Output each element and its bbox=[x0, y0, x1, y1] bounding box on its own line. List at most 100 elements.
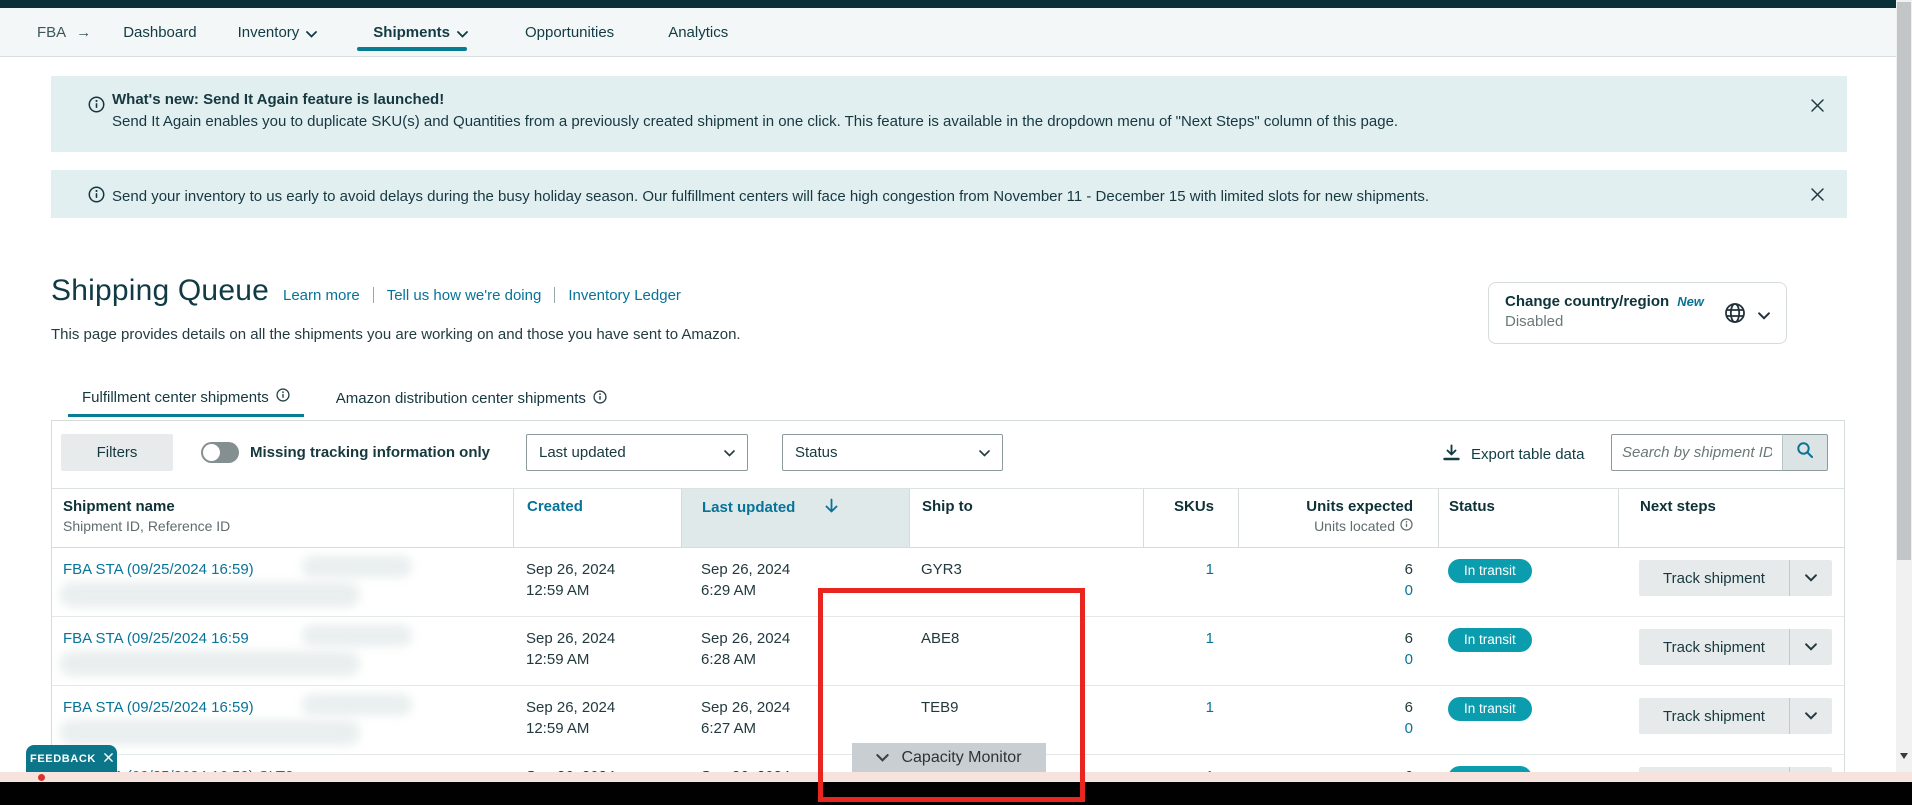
region-card-title: Change country/region bbox=[1505, 293, 1670, 310]
search-button[interactable] bbox=[1782, 434, 1828, 471]
units-expected-value: 6 bbox=[1404, 699, 1413, 716]
col-ship-to: Ship to bbox=[922, 498, 973, 515]
status-badge: In transit bbox=[1448, 697, 1532, 721]
status-filter-dropdown[interactable]: Status bbox=[782, 434, 1003, 471]
updated-date: Sep 26, 2024 bbox=[701, 561, 791, 578]
next-steps-dropdown-toggle[interactable] bbox=[1789, 629, 1832, 665]
updated-date: Sep 26, 2024 bbox=[701, 699, 791, 716]
shipment-name-link[interactable]: FBA STA (09/25/2024 16:59) bbox=[63, 561, 254, 578]
capacity-monitor-button[interactable]: Capacity Monitor bbox=[852, 743, 1046, 772]
ship-to-value: ABE8 bbox=[921, 630, 960, 647]
chevron-down-icon[interactable] bbox=[1758, 307, 1770, 325]
top-dark-bar bbox=[0, 0, 1896, 8]
units-expected-value: 6 bbox=[1404, 561, 1413, 578]
close-icon[interactable] bbox=[1810, 98, 1825, 118]
vertical-scrollbar[interactable] bbox=[1896, 0, 1912, 805]
created-date: Sep 26, 2024 bbox=[526, 561, 616, 578]
units-located-link[interactable]: 0 bbox=[1238, 720, 1413, 737]
toggle-knob bbox=[203, 444, 220, 461]
learn-more-link[interactable]: Learn more bbox=[283, 287, 360, 304]
scrollbar-down-arrow-icon[interactable] bbox=[1900, 753, 1908, 759]
redacted-shipment-id bbox=[60, 651, 360, 676]
download-icon bbox=[1443, 444, 1460, 465]
sort-descending-icon bbox=[825, 498, 838, 517]
track-shipment-button[interactable]: Track shipment bbox=[1639, 560, 1832, 596]
table-toolbar: Filters Missing tracking information onl… bbox=[52, 421, 1844, 489]
col-status: Status bbox=[1449, 498, 1495, 515]
banner-body: Send your inventory to us early to avoid… bbox=[112, 188, 1430, 205]
sort-dropdown[interactable]: Last updated bbox=[526, 434, 748, 471]
shipment-search bbox=[1611, 434, 1828, 471]
search-input[interactable] bbox=[1611, 434, 1782, 471]
redacted-shipment-id bbox=[302, 625, 412, 646]
holiday-notice-banner: Send your inventory to us early to avoid… bbox=[51, 170, 1847, 218]
track-shipment-button[interactable]: Track shipment bbox=[1639, 698, 1832, 734]
export-table-data-button[interactable]: Export table data bbox=[1443, 444, 1584, 465]
banner-title: What's new: Send It Again feature is lau… bbox=[112, 91, 445, 108]
close-icon[interactable] bbox=[1810, 187, 1825, 207]
chevron-down-icon bbox=[979, 444, 990, 461]
col-created-sortable[interactable]: Created bbox=[513, 489, 681, 547]
shipment-tabs: Fulfillment center shipments Amazon dist… bbox=[68, 388, 621, 417]
col-shipment-name: Shipment name bbox=[63, 498, 175, 515]
nav-item-opportunities[interactable]: Opportunities bbox=[525, 24, 614, 41]
active-nav-underline bbox=[357, 47, 467, 51]
info-icon[interactable] bbox=[593, 389, 607, 408]
table-header-row: Shipment name Shipment ID, Reference ID … bbox=[52, 489, 1844, 548]
divider bbox=[372, 287, 374, 303]
units-located-link[interactable]: 0 bbox=[1238, 582, 1413, 599]
banner-body: Send It Again enables you to duplicate S… bbox=[112, 113, 1399, 130]
shipment-name-link[interactable]: FBA STA (09/25/2024 16:59 bbox=[63, 630, 249, 647]
updated-time: 6:27 AM bbox=[701, 720, 757, 737]
missing-tracking-toggle[interactable] bbox=[201, 442, 239, 463]
created-time: 12:59 AM bbox=[526, 720, 590, 737]
tab-amazon-distribution-center-shipments[interactable]: Amazon distribution center shipments bbox=[322, 388, 621, 417]
col-last-updated-sorted[interactable]: Last updated bbox=[681, 489, 909, 547]
bottom-black-strip bbox=[0, 782, 1912, 805]
feedback-tab[interactable]: FEEDBACK bbox=[26, 745, 117, 772]
change-country-region-card[interactable]: Change country/region New Disabled bbox=[1488, 282, 1787, 344]
info-icon bbox=[88, 96, 105, 118]
skus-link[interactable]: 1 bbox=[1143, 699, 1214, 716]
nav-item-dashboard[interactable]: Dashboard bbox=[123, 24, 196, 41]
col-shipment-sub: Shipment ID, Reference ID bbox=[63, 518, 231, 534]
updated-time: 6:29 AM bbox=[701, 582, 757, 599]
close-icon[interactable] bbox=[104, 752, 113, 765]
scrollbar-thumb[interactable] bbox=[1897, 2, 1911, 560]
nav-item-analytics[interactable]: Analytics bbox=[668, 24, 728, 41]
track-shipment-button[interactable]: Track shipment bbox=[1639, 629, 1832, 665]
units-expected-value: 6 bbox=[1404, 630, 1413, 647]
page-description: This page provides details on all the sh… bbox=[51, 326, 741, 343]
inventory-ledger-link[interactable]: Inventory Ledger bbox=[568, 287, 681, 304]
next-steps-dropdown-toggle[interactable] bbox=[1789, 560, 1832, 596]
redacted-shipment-id bbox=[60, 720, 360, 745]
whats-new-banner: What's new: Send It Again feature is lau… bbox=[51, 76, 1847, 152]
chevron-down-icon bbox=[457, 25, 468, 42]
units-located-link[interactable]: 0 bbox=[1238, 651, 1413, 668]
missing-tracking-toggle-label: Missing tracking information only bbox=[250, 444, 491, 461]
feedback-link[interactable]: Tell us how we're doing bbox=[387, 287, 542, 304]
next-steps-dropdown-toggle[interactable] bbox=[1789, 698, 1832, 734]
info-icon[interactable] bbox=[276, 388, 290, 406]
created-date: Sep 26, 2024 bbox=[526, 630, 616, 647]
shipment-name-link[interactable]: FBA STA (09/25/2024 16:59) bbox=[63, 699, 254, 716]
skus-link[interactable]: 1 bbox=[1143, 561, 1214, 578]
tab-fulfillment-center-shipments[interactable]: Fulfillment center shipments bbox=[68, 388, 304, 417]
chevron-down-icon bbox=[876, 749, 890, 767]
col-skus: SKUs bbox=[1173, 498, 1214, 515]
status-badge: In transit bbox=[1448, 559, 1532, 583]
breadcrumb-arrow-icon: → bbox=[76, 23, 92, 41]
filters-button[interactable]: Filters bbox=[61, 434, 173, 471]
bottom-pink-strip bbox=[0, 772, 1912, 782]
breadcrumb-brand[interactable]: FBA bbox=[37, 24, 66, 41]
updated-time: 6:28 AM bbox=[701, 651, 757, 668]
nav-item-inventory[interactable]: Inventory bbox=[238, 23, 318, 42]
col-units-located: Units located bbox=[1314, 518, 1395, 534]
col-next-steps: Next steps bbox=[1640, 498, 1716, 515]
main-navigation: FBA → Dashboard Inventory Shipments Oppo… bbox=[0, 8, 1896, 57]
skus-link[interactable]: 1 bbox=[1143, 630, 1214, 647]
divider bbox=[554, 287, 556, 303]
created-time: 12:59 AM bbox=[526, 582, 590, 599]
nav-item-shipments[interactable]: Shipments bbox=[373, 23, 468, 42]
info-icon[interactable] bbox=[1400, 518, 1413, 534]
